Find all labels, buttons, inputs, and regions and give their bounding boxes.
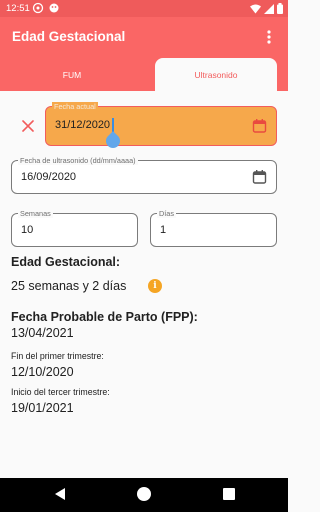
dias-value[interactable]: 1: [160, 224, 166, 236]
fecha-actual-label: Fecha actual: [52, 102, 98, 111]
calendar-icon[interactable]: [252, 170, 267, 185]
fecha-ultrasonido-field[interactable]: Fecha de ultrasonido (dd/mm/aaaa) 16/09/…: [11, 156, 277, 194]
close-icon[interactable]: [21, 119, 35, 133]
recents-icon[interactable]: [222, 486, 236, 502]
fecha-actual-value[interactable]: 31/12/2020: [55, 119, 110, 131]
edad-gestacional-value: 25 semanas y 2 días: [11, 279, 127, 293]
fpp-value: 13/04/2021: [11, 326, 74, 340]
semanas-label: Semanas: [18, 209, 53, 218]
app-bar: Edad Gestacional: [0, 17, 288, 58]
fpp-title: Fecha Probable de Parto (FPP):: [11, 310, 198, 324]
app-notification-icon: [49, 3, 59, 13]
tab-bar: FUM Ultrasonido: [0, 58, 288, 91]
inicio-tercer-trimestre-value: 19/01/2021: [11, 401, 74, 415]
fecha-ultrasonido-value[interactable]: 16/09/2020: [21, 171, 76, 183]
calendar-icon[interactable]: [252, 119, 267, 134]
tab-fum[interactable]: FUM: [0, 58, 144, 91]
app-title: Edad Gestacional: [12, 29, 126, 44]
fecha-actual-field[interactable]: Fecha actual 31/12/2020: [45, 102, 277, 146]
more-vert-icon[interactable]: [262, 28, 276, 46]
dias-label: Días: [157, 209, 177, 218]
edad-gestacional-title: Edad Gestacional:: [11, 255, 121, 269]
wifi-icon: [250, 4, 261, 13]
status-time: 12:51: [6, 3, 30, 14]
inicio-tercer-trimestre-label: Inicio del tercer trimestre:: [11, 387, 110, 397]
semanas-field[interactable]: Semanas 10: [11, 209, 138, 247]
back-icon[interactable]: [53, 486, 67, 502]
fecha-ultrasonido-label: Fecha de ultrasonido (dd/mm/aaaa): [18, 156, 138, 165]
semanas-value[interactable]: 10: [21, 224, 33, 236]
dias-field[interactable]: Días 1: [150, 209, 277, 247]
tab-ultrasonido[interactable]: Ultrasonido: [155, 58, 277, 91]
fin-primer-trimestre-label: Fin del primer trimestre:: [11, 351, 104, 361]
system-nav-bar: [0, 478, 288, 512]
battery-icon: [277, 3, 283, 14]
info-icon[interactable]: i: [148, 279, 162, 293]
status-bar: 12:51: [0, 0, 288, 17]
signal-icon: [264, 3, 274, 14]
notification-icon: [32, 2, 44, 14]
home-icon[interactable]: [136, 486, 152, 502]
moon-icon[interactable]: [229, 28, 247, 46]
fin-primer-trimestre-value: 12/10/2020: [11, 365, 74, 379]
